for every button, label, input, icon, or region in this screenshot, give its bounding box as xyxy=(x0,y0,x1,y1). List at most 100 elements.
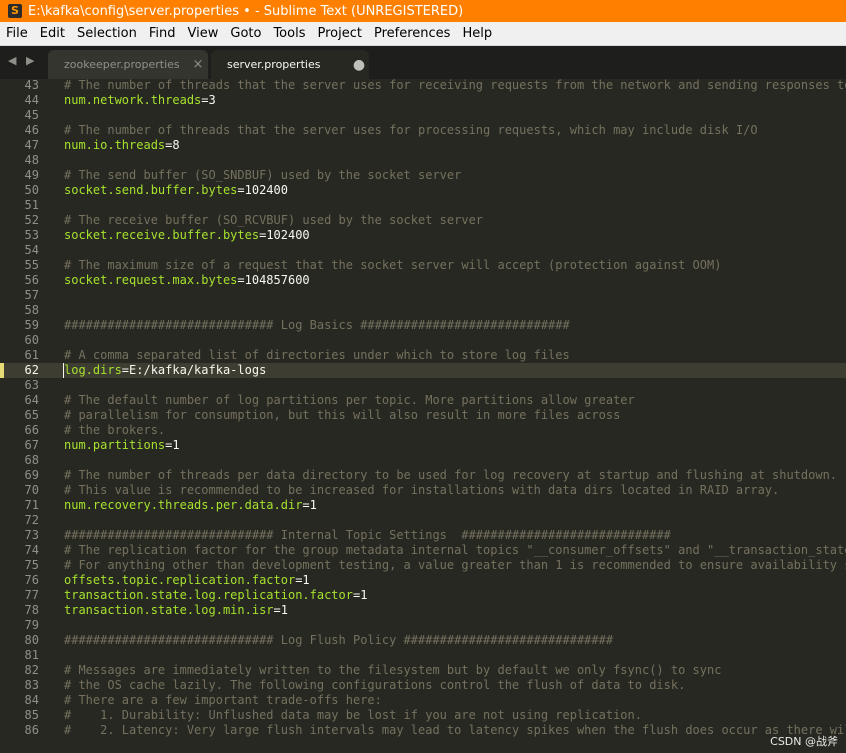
code-line[interactable]: 43 # The number of threads that the serve… xyxy=(0,79,846,93)
code-line[interactable]: 48 xyxy=(0,153,846,168)
code-text: # The default number of log partitions p… xyxy=(64,393,635,407)
property-value: 102400 xyxy=(244,183,288,197)
code-text: log.dirs=E:/kafka/kafka-logs xyxy=(64,363,266,378)
property-key: num.network.threads xyxy=(64,93,202,107)
menu-goto[interactable]: Goto xyxy=(224,26,267,41)
property-value: 8 xyxy=(172,138,180,152)
menu-view[interactable]: View xyxy=(182,26,225,41)
tab-zookeeper-properties[interactable]: zookeeper.properties × xyxy=(48,50,208,79)
code-line[interactable]: 59 ############################# Log Basi… xyxy=(0,318,846,333)
code-line[interactable]: 52 # The receive buffer (SO_RCVBUF) used … xyxy=(0,213,846,228)
code-line[interactable]: 79 xyxy=(0,618,846,633)
property-key: num.io.threads xyxy=(64,138,166,152)
line-number: 83 xyxy=(24,678,39,692)
code-line[interactable]: 61 # A comma separated list of directorie… xyxy=(0,348,846,363)
code-line[interactable]: 64 # The default number of log partitions… xyxy=(0,393,846,408)
property-key: num.partitions xyxy=(64,438,166,452)
tab-server-properties[interactable]: server.properties ● xyxy=(211,50,369,79)
menu-find[interactable]: Find xyxy=(143,26,182,41)
equals-sign: = xyxy=(237,273,245,287)
property-key: log.dirs xyxy=(64,363,122,377)
equals-sign: = xyxy=(273,603,281,617)
menu-tools[interactable]: Tools xyxy=(267,26,311,41)
menu-selection[interactable]: Selection xyxy=(71,26,143,41)
code-line[interactable]: 63 xyxy=(0,378,846,393)
code-text: # The send buffer (SO_SNDBUF) used by th… xyxy=(64,168,462,182)
code-line[interactable]: 55 # The maximum size of a request that t… xyxy=(0,258,846,273)
code-text: # 2. Latency: Very large flush intervals… xyxy=(64,723,846,737)
tab-nav-arrows-icon[interactable]: ◀ ▶ xyxy=(8,54,37,67)
code-line[interactable]: 51 xyxy=(0,198,846,213)
code-line[interactable]: 78 transaction.state.log.min.isr=1 xyxy=(0,603,846,618)
line-number: 66 xyxy=(24,423,39,437)
equals-sign: = xyxy=(302,498,310,512)
unsaved-dot-icon[interactable]: ● xyxy=(349,57,369,73)
code-line[interactable]: 53 socket.receive.buffer.bytes=102400 xyxy=(0,228,846,243)
equals-sign: = xyxy=(121,363,130,377)
code-line[interactable]: 57 xyxy=(0,288,846,303)
line-number: 53 xyxy=(24,228,39,242)
property-value: E:/kafka/kafka-logs xyxy=(129,363,267,377)
code-text: # the OS cache lazily. The following con… xyxy=(64,678,686,692)
code-line[interactable]: 69 # The number of threads per data direc… xyxy=(0,468,846,483)
menu-file[interactable]: File xyxy=(0,26,34,41)
code-line[interactable]: 72 xyxy=(0,513,846,528)
line-number: 73 xyxy=(24,528,39,542)
code-line[interactable]: 77 transaction.state.log.replication.fact… xyxy=(0,588,846,603)
line-number: 59 xyxy=(24,318,39,332)
code-line[interactable]: 76 offsets.topic.replication.factor=1 xyxy=(0,573,846,588)
window-titlebar: S E:\kafka\config\server.properties • - … xyxy=(0,0,846,22)
property-value: 1 xyxy=(309,498,317,512)
code-text: # The number of threads that the server … xyxy=(64,123,758,137)
code-line[interactable]: 49 # The send buffer (SO_SNDBUF) used by … xyxy=(0,168,846,183)
code-text: num.recovery.threads.per.data.dir=1 xyxy=(64,498,317,513)
code-text: socket.receive.buffer.bytes=102400 xyxy=(64,228,310,243)
menu-project[interactable]: Project xyxy=(311,26,367,41)
code-editor[interactable]: 43 # The number of threads that the serve… xyxy=(0,79,846,753)
code-line[interactable]: 73 ############################# Internal… xyxy=(0,528,846,543)
code-line[interactable]: 47 num.io.threads=8 xyxy=(0,138,846,153)
line-number: 50 xyxy=(24,183,39,197)
code-line[interactable]: 80 ############################# Log Flus… xyxy=(0,633,846,648)
code-line[interactable]: 75 # For anything other than development … xyxy=(0,558,846,573)
menu-help[interactable]: Help xyxy=(456,26,498,41)
code-line[interactable]: 65 # parallelism for consumption, but thi… xyxy=(0,408,846,423)
code-line[interactable]: 68 xyxy=(0,453,846,468)
property-value: 1 xyxy=(302,573,310,587)
code-line[interactable]: 58 xyxy=(0,303,846,318)
line-number: 60 xyxy=(24,333,39,347)
tab-label: server.properties xyxy=(227,58,321,71)
code-line[interactable]: 83 # the OS cache lazily. The following c… xyxy=(0,678,846,693)
code-line[interactable]: 44 num.network.threads=3 xyxy=(0,93,846,108)
code-line[interactable]: 82 # Messages are immediately written to … xyxy=(0,663,846,678)
code-line[interactable]: 74 # The replication factor for the group… xyxy=(0,543,846,558)
code-line[interactable]: 62 log.dirs=E:/kafka/kafka-logs xyxy=(0,363,846,378)
code-line[interactable]: 84 # There are a few important trade-offs… xyxy=(0,693,846,708)
menu-edit[interactable]: Edit xyxy=(34,26,71,41)
code-line[interactable]: 81 xyxy=(0,648,846,663)
code-line[interactable]: 56 socket.request.max.bytes=104857600 xyxy=(0,273,846,288)
code-line[interactable]: 46 # The number of threads that the serve… xyxy=(0,123,846,138)
code-text: # For anything other than development te… xyxy=(64,558,846,572)
code-line[interactable]: 71 num.recovery.threads.per.data.dir=1 xyxy=(0,498,846,513)
code-text: num.partitions=1 xyxy=(64,438,180,453)
line-number: 72 xyxy=(24,513,39,527)
line-number: 81 xyxy=(24,648,39,662)
code-line[interactable]: 66 # the brokers. xyxy=(0,423,846,438)
code-line[interactable]: 54 xyxy=(0,243,846,258)
line-number: 56 xyxy=(24,273,39,287)
line-number: 64 xyxy=(24,393,39,407)
code-text: num.network.threads=3 xyxy=(64,93,216,108)
watermark-text: CSDN @战斧 xyxy=(770,735,838,748)
code-line[interactable]: 70 # This value is recommended to be incr… xyxy=(0,483,846,498)
code-line[interactable]: 60 xyxy=(0,333,846,348)
menu-preferences[interactable]: Preferences xyxy=(368,26,456,41)
code-line[interactable]: 86 # 2. Latency: Very large flush interva… xyxy=(0,723,846,738)
code-line[interactable]: 50 socket.send.buffer.bytes=102400 xyxy=(0,183,846,198)
tab-close-icon[interactable]: × xyxy=(188,57,208,72)
code-line[interactable]: 85 # 1. Durability: Unflushed data may be… xyxy=(0,708,846,723)
equals-sign: = xyxy=(237,183,245,197)
code-line[interactable]: 45 xyxy=(0,108,846,123)
code-line[interactable]: 67 num.partitions=1 xyxy=(0,438,846,453)
line-number: 65 xyxy=(24,408,39,422)
